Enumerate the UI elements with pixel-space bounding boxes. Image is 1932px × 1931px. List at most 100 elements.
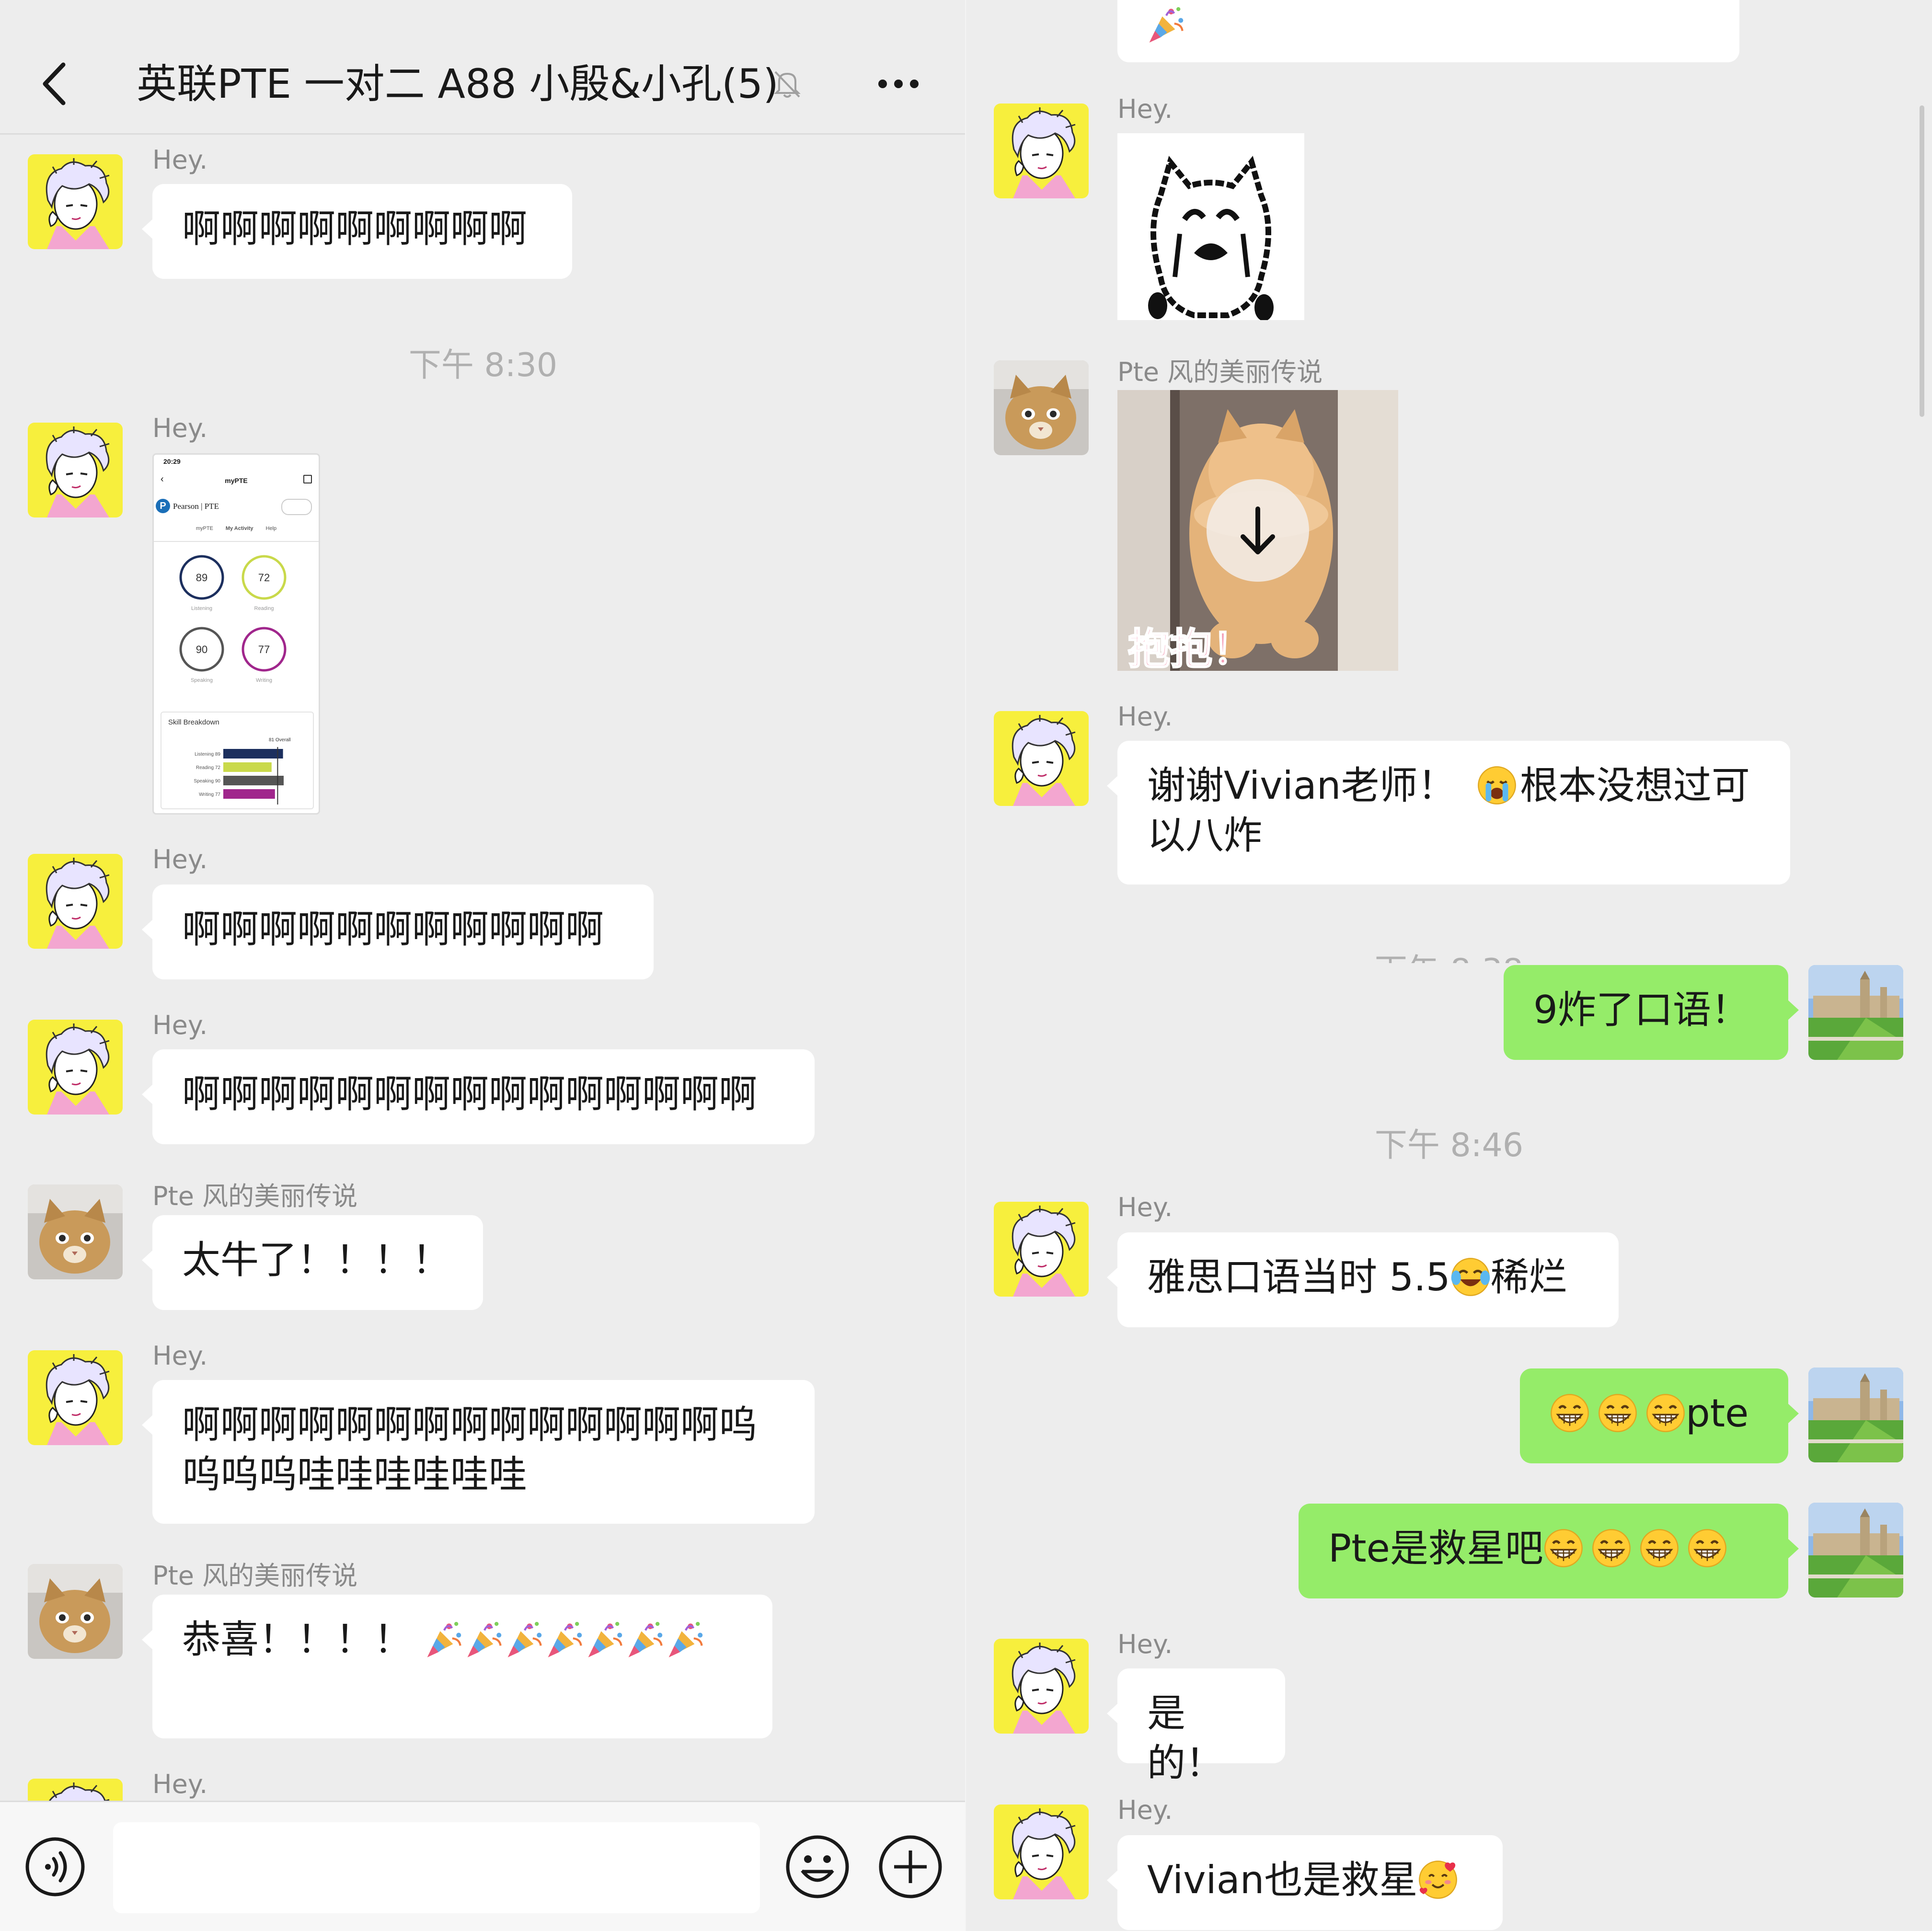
party-popper-icon xyxy=(625,1619,666,1659)
message-bubble[interactable]: 雅思口语当时 5.5 稀烂 xyxy=(1107,1232,1619,1327)
sender-name: Hey. xyxy=(1117,701,1173,732)
message-text: 啊啊啊啊啊啊啊啊啊 xyxy=(182,207,527,251)
message-text: 是的！ xyxy=(1147,1691,1224,1785)
voice-icon[interactable] xyxy=(24,1836,86,1898)
my-avatar[interactable] xyxy=(1808,1503,1903,1598)
skill-bar xyxy=(223,776,284,785)
sender-name: Pte 风的美丽传说 xyxy=(152,1181,358,1211)
avatar[interactable] xyxy=(28,1184,123,1279)
sender-name: Hey. xyxy=(1117,1192,1173,1222)
shot-tab: Help xyxy=(265,526,277,531)
skill-bars: Listening 89 Reading 72 Speaking 90 Writing… xyxy=(194,747,284,805)
my-avatar[interactable] xyxy=(1808,965,1903,1060)
party-popper-icon xyxy=(585,1619,625,1659)
pearson-logo: P xyxy=(156,499,170,513)
sender-name: Pte 风的美丽传说 xyxy=(1117,357,1323,387)
score-label: Reading xyxy=(254,606,274,611)
my-avatar[interactable] xyxy=(1808,1368,1903,1462)
avatar[interactable] xyxy=(28,423,123,517)
grinning-face-icon xyxy=(1639,1528,1679,1568)
avatar[interactable] xyxy=(28,854,123,949)
message-bubble[interactable]: 啊啊啊啊啊啊啊啊啊 xyxy=(142,184,572,279)
party-popper-icon xyxy=(424,1619,464,1659)
message-bubble[interactable]: Vivian也是救星 xyxy=(1107,1835,1503,1930)
file-size: 29KB xyxy=(1128,630,1191,657)
message-text: 谢谢Vivian老师！ xyxy=(1147,763,1456,808)
shot-breakdown-title: Skill Breakdown xyxy=(168,718,219,726)
my-message-bubble[interactable]: 9炸了口语！ xyxy=(1504,965,1799,1060)
avatar[interactable] xyxy=(28,1350,123,1445)
message-text: 9炸了口语！ xyxy=(1533,988,1749,1032)
avatar[interactable] xyxy=(994,103,1089,198)
avatar[interactable] xyxy=(994,1805,1089,1899)
skill-bar-label: Speaking 90 xyxy=(194,779,220,784)
my-message-bubble[interactable]: Pte是救星吧 xyxy=(1299,1504,1799,1598)
shot-brand: Pearson | PTE xyxy=(173,502,219,511)
shot-nav-title: myPTE xyxy=(225,477,248,484)
message-bubble[interactable]: 谢谢Vivian老师！ 根本没想过可以八炸 xyxy=(1107,741,1790,885)
score-screenshot-image[interactable]: 20:29 myPTE ‹ P Pearson | PTE myPTE My Ac… xyxy=(152,453,320,815)
download-icon[interactable] xyxy=(1207,479,1309,582)
avatar[interactable] xyxy=(994,1202,1089,1297)
message-bubble[interactable]: 啊啊啊啊啊啊啊啊啊啊啊 xyxy=(142,885,654,979)
avatar[interactable] xyxy=(28,154,123,249)
sender-name: Pte 风的美丽传说 xyxy=(152,1561,358,1591)
avatar[interactable] xyxy=(28,1020,123,1115)
plus-icon[interactable] xyxy=(877,1833,944,1900)
chevron-left-icon[interactable] xyxy=(29,55,86,113)
bell-off-icon xyxy=(774,71,801,98)
message-bubble[interactable]: 啊啊啊啊啊啊啊啊啊啊啊啊啊啊啊 xyxy=(142,1049,815,1144)
skill-bar xyxy=(223,762,272,772)
chat-title: 英联PTE 一对二 A88 小殷&小孔(5) xyxy=(137,60,779,107)
message-text: 太牛了！！！！ xyxy=(182,1238,450,1282)
party-popper-icon xyxy=(505,1619,545,1659)
my-message-bubble[interactable]: pte xyxy=(1520,1368,1799,1463)
shot-status-time: 20:29 xyxy=(163,458,181,465)
score-label: Listening xyxy=(191,606,212,611)
message-text: pte xyxy=(1686,1391,1749,1436)
shot-tab: myPTE xyxy=(196,526,213,531)
sender-name: Hey. xyxy=(1117,1629,1173,1659)
sender-name: Hey. xyxy=(152,413,208,443)
hug-cat-sticker[interactable]: 抱抱！ 29KB xyxy=(1117,390,1398,671)
message-text: Vivian也是救星 xyxy=(1147,1858,1418,1902)
message-text: Pte是救星吧 xyxy=(1328,1526,1543,1571)
sender-name: Hey. xyxy=(152,1010,208,1040)
chat-pane-left: 英联PTE 一对二 A88 小殷&小孔(5) Hey. 啊啊啊啊啊啊啊啊啊 下午… xyxy=(0,0,966,1931)
grinning-face-icon xyxy=(1591,1528,1632,1568)
shot-menu-icon xyxy=(281,499,312,515)
skill-bar xyxy=(223,749,283,759)
party-popper-icon xyxy=(666,1619,706,1659)
score-value: 72 xyxy=(258,572,270,584)
message-bubble[interactable]: 太牛了！！！！ xyxy=(142,1215,483,1310)
crying-cat-sticker[interactable] xyxy=(1117,133,1304,320)
sender-name: Hey. xyxy=(152,145,208,175)
message-input[interactable] xyxy=(113,1822,760,1913)
message-text: 恭喜！！！！ xyxy=(182,1617,412,1662)
score-value: 89 xyxy=(196,572,207,584)
avatar[interactable] xyxy=(994,711,1089,806)
message-bubble[interactable]: 是的！ xyxy=(1107,1668,1285,1785)
timestamp: 下午 8:38 xyxy=(1305,944,1593,963)
avatar[interactable] xyxy=(994,360,1089,455)
message-bubble[interactable]: 啊啊啊啊啊啊啊啊啊啊啊啊啊啊呜呜呜呜哇哇哇哇哇哇 xyxy=(142,1380,815,1524)
message-bubble[interactable]: 恭喜！！！！ xyxy=(142,1595,772,1738)
emoji-icon[interactable] xyxy=(784,1833,851,1900)
scrollbar[interactable] xyxy=(1920,105,1924,417)
skill-bar-label: Writing 77 xyxy=(199,792,220,797)
crying-face-icon xyxy=(1477,765,1517,805)
avatar[interactable] xyxy=(28,1564,123,1659)
message-bubble[interactable] xyxy=(1117,0,1739,62)
chat-header: 英联PTE 一对二 A88 小殷&小孔(5) xyxy=(0,0,966,135)
more-dots-icon[interactable] xyxy=(872,57,925,110)
shot-tab: My Activity xyxy=(225,526,253,531)
grinning-face-icon xyxy=(1550,1393,1590,1433)
skill-bar-label: Reading 72 xyxy=(196,765,221,770)
chat-pane-right: Hey. Pte 风的美丽传说 抱抱！ 29KB Hey. 谢谢Vivian老师… xyxy=(966,0,1932,1931)
input-bar xyxy=(0,1801,966,1931)
message-text: 啊啊啊啊啊啊啊啊啊啊啊 xyxy=(182,907,604,952)
avatar[interactable] xyxy=(994,1639,1089,1734)
party-popper-icon xyxy=(1146,4,1186,45)
skill-bar-label: Listening 89 xyxy=(195,752,220,757)
skill-bar xyxy=(223,789,275,799)
